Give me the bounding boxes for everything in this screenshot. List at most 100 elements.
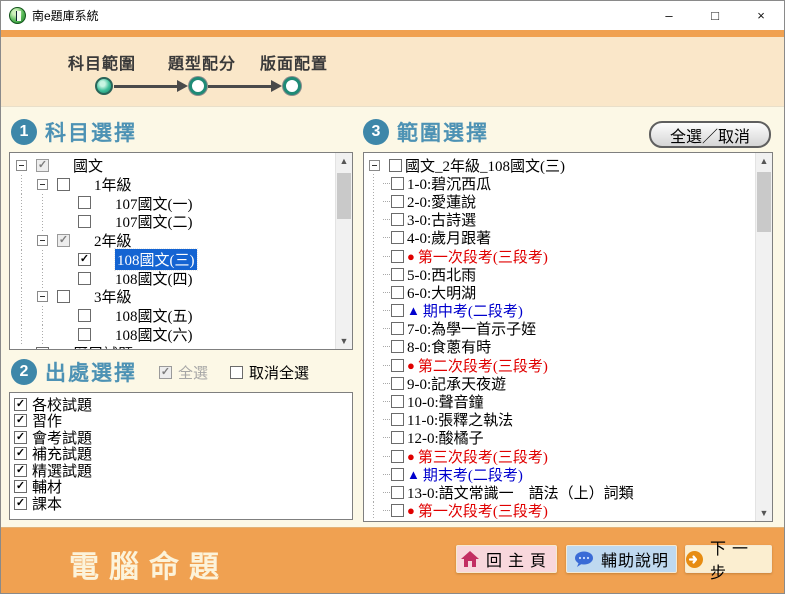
range-tree-row[interactable]: ●第二次段考(三段考) [369, 356, 752, 374]
select-all-checkbox[interactable]: 全選 [159, 362, 208, 383]
range-tree-row[interactable]: 6-0:大明湖 [369, 283, 752, 301]
tree-checkbox[interactable] [78, 196, 91, 209]
range-tree-row[interactable]: ●第一次段考(三段考) [369, 247, 752, 265]
range-tree-row[interactable]: 9-0:記承天夜遊 [369, 374, 752, 392]
tree-checkbox[interactable] [389, 159, 402, 172]
scroll-up-icon[interactable]: ▲ [756, 153, 772, 169]
range-tree-row[interactable]: 5-0:西北雨 [369, 265, 752, 283]
tree-checkbox[interactable] [391, 322, 404, 335]
tree-checkbox[interactable] [391, 340, 404, 353]
tree-guide [383, 274, 390, 275]
tree-checkbox[interactable] [391, 213, 404, 226]
tree-checkbox[interactable] [36, 347, 49, 349]
range-tree-row[interactable]: ▲期中考(二段考) [369, 302, 752, 320]
minimize-button[interactable]: – [646, 1, 692, 30]
range-tree-row[interactable]: 13-0:語文常識一 語法（上）詞類 [369, 483, 752, 501]
tree-checkbox[interactable] [391, 504, 404, 517]
range-tree-row[interactable]: ●第三次段考(三段考) [369, 447, 752, 465]
tree-checkbox[interactable] [391, 413, 404, 426]
close-button[interactable]: × [738, 1, 784, 30]
item-checkbox[interactable] [14, 431, 27, 444]
subject-tree-row[interactable]: 1年級 [16, 175, 332, 194]
range-tree-row[interactable]: 4-0:歲月跟著 [369, 229, 752, 247]
range-scrollbar[interactable]: ▲ ▼ [755, 153, 772, 521]
subject-tree-row[interactable]: 107國文(一) [16, 194, 332, 213]
item-checkbox[interactable] [14, 497, 27, 510]
tree-checkbox[interactable] [391, 468, 404, 481]
tree-checkbox[interactable] [78, 253, 91, 266]
help-button[interactable]: 輔助說明 [566, 545, 677, 573]
tree-checkbox[interactable] [57, 290, 70, 303]
subject-tree-row[interactable]: 3年級 [16, 288, 332, 307]
tree-checkbox[interactable] [57, 178, 70, 191]
range-tree-row[interactable]: 1-0:碧沉西瓜 [369, 174, 752, 192]
subject-tree-row[interactable]: 108國文(六) [16, 325, 332, 344]
arrow-right-icon [271, 80, 282, 92]
tree-checkbox[interactable] [78, 328, 91, 341]
tree-collapse-icon[interactable] [369, 160, 380, 171]
tree-checkbox[interactable] [391, 286, 404, 299]
checkbox-icon[interactable] [230, 366, 243, 379]
subject-scrollbar[interactable]: ▲ ▼ [335, 153, 352, 349]
scroll-down-icon[interactable]: ▼ [336, 333, 352, 349]
item-checkbox[interactable] [14, 414, 27, 427]
tree-collapse-icon[interactable] [37, 235, 48, 246]
maximize-button[interactable]: □ [692, 1, 738, 30]
item-checkbox[interactable] [14, 480, 27, 493]
range-tree-row[interactable]: 11-0:張釋之執法 [369, 411, 752, 429]
tree-checkbox[interactable] [391, 304, 404, 317]
source-list-item[interactable]: 課本 [14, 495, 332, 512]
step-dot-3-icon[interactable] [283, 77, 301, 95]
subject-tree-row[interactable]: 108國文(三) [16, 250, 332, 269]
tree-guide [369, 374, 383, 392]
scrollbar-thumb[interactable] [337, 173, 351, 219]
subject-tree-row[interactable]: 國文 [16, 156, 332, 175]
item-checkbox[interactable] [14, 464, 27, 477]
range-tree-row[interactable]: 3-0:古詩選 [369, 211, 752, 229]
tree-checkbox[interactable] [391, 231, 404, 244]
item-checkbox[interactable] [14, 398, 27, 411]
range-tree-row[interactable]: ●第一次段考(三段考) [369, 502, 752, 520]
tree-checkbox[interactable] [391, 486, 404, 499]
item-checkbox[interactable] [14, 447, 27, 460]
step-dot-2-icon[interactable] [189, 77, 207, 95]
tree-checkbox[interactable] [78, 215, 91, 228]
tree-collapse-icon[interactable] [16, 160, 27, 171]
tree-collapse-icon[interactable] [37, 179, 48, 190]
range-tree-row[interactable]: 國文_2年級_108國文(三) [369, 156, 752, 174]
range-tree-row[interactable]: 8-0:食蔥有時 [369, 338, 752, 356]
select-all-toggle-button[interactable]: 全選／取消 [649, 121, 771, 148]
tree-checkbox[interactable] [57, 234, 70, 247]
range-tree-row[interactable]: 10-0:聲音鐘 [369, 392, 752, 410]
tree-checkbox[interactable] [391, 250, 404, 263]
tree-guide [16, 306, 37, 325]
tree-collapse-icon[interactable] [37, 291, 48, 302]
tree-checkbox[interactable] [391, 450, 404, 463]
step-dot-current-icon[interactable] [95, 77, 113, 95]
scroll-up-icon[interactable]: ▲ [336, 153, 352, 169]
tree-checkbox[interactable] [391, 177, 404, 190]
tree-checkbox[interactable] [391, 431, 404, 444]
tree-checkbox[interactable] [78, 272, 91, 285]
subject-tree-row[interactable]: 108國文(四) [16, 269, 332, 288]
home-button[interactable]: 回主頁 [456, 545, 557, 573]
checkbox-icon[interactable] [159, 366, 172, 379]
tree-checkbox[interactable] [391, 359, 404, 372]
subject-tree-row[interactable]: 108國文(五) [16, 306, 332, 325]
tree-checkbox[interactable] [391, 268, 404, 281]
subject-tree-row[interactable]: 2年級 [16, 231, 332, 250]
next-step-button[interactable]: 下一步 [685, 545, 772, 573]
scroll-down-icon[interactable]: ▼ [756, 505, 772, 521]
tree-checkbox[interactable] [391, 377, 404, 390]
range-tree-row[interactable]: 7-0:為學一首示子姪 [369, 320, 752, 338]
range-tree-row[interactable]: 12-0:酸橘子 [369, 429, 752, 447]
tree-checkbox[interactable] [391, 195, 404, 208]
tree-checkbox[interactable] [36, 159, 49, 172]
range-tree-row[interactable]: 2-0:愛蓮說 [369, 192, 752, 210]
deselect-all-checkbox[interactable]: 取消全選 [230, 362, 309, 383]
range-tree-row[interactable]: ▲期末考(二段考) [369, 465, 752, 483]
subject-tree-row[interactable]: 107國文(二) [16, 212, 332, 231]
scrollbar-thumb[interactable] [757, 172, 771, 232]
tree-checkbox[interactable] [78, 309, 91, 322]
tree-checkbox[interactable] [391, 395, 404, 408]
